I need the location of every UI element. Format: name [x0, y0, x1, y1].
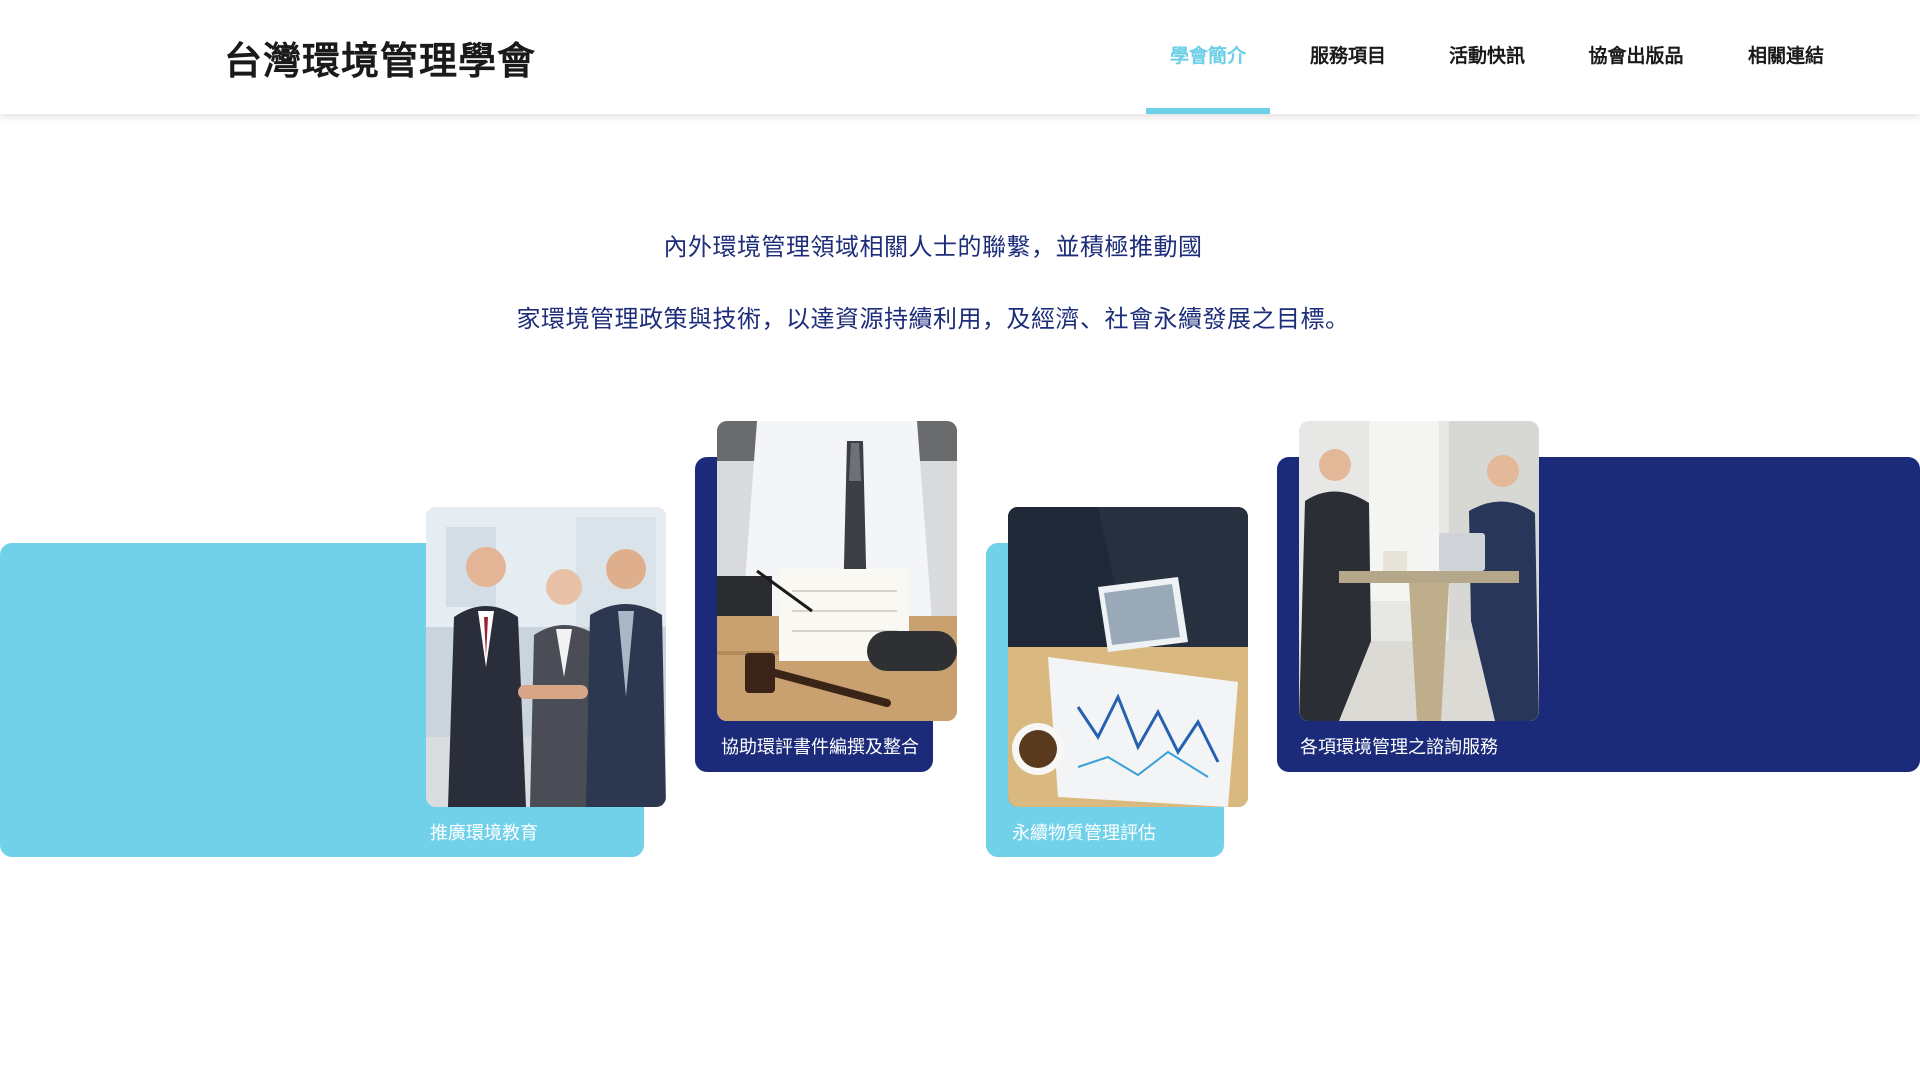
nav-item-about[interactable]: 學會簡介: [1146, 0, 1270, 114]
nav-item-publications[interactable]: 協會出版品: [1574, 0, 1698, 114]
site-header: 台灣環境管理學會 學會簡介 服務項目 活動快訊 協會出版品 相關連結: [0, 0, 1920, 114]
handshake-photo: [426, 507, 666, 807]
service-label-sustainability: 永續物質管理評估: [1012, 823, 1156, 844]
service-label-education: 推廣環境教育: [430, 823, 538, 844]
intro-line-1: 內外環境管理領域相關人士的聯繫，並積極推動國: [663, 233, 1203, 261]
intro-line-2: 家環境管理政策與技術，以達資源持續利用，及經濟、社會永續發展之目標。: [516, 305, 1350, 333]
financial-charts-photo: [1008, 507, 1248, 807]
nav-item-services[interactable]: 服務項目: [1286, 0, 1410, 114]
document-signing-photo: [717, 421, 957, 721]
site-title[interactable]: 台灣環境管理學會: [224, 30, 536, 85]
consultation-meeting-photo: [1299, 421, 1539, 721]
nav-item-news[interactable]: 活動快訊: [1425, 0, 1549, 114]
service-label-consulting: 各項環境管理之諮詢服務: [1300, 737, 1498, 758]
nav-item-links[interactable]: 相關連結: [1724, 0, 1848, 114]
service-label-eia: 協助環評書件編撰及整合: [721, 737, 919, 758]
